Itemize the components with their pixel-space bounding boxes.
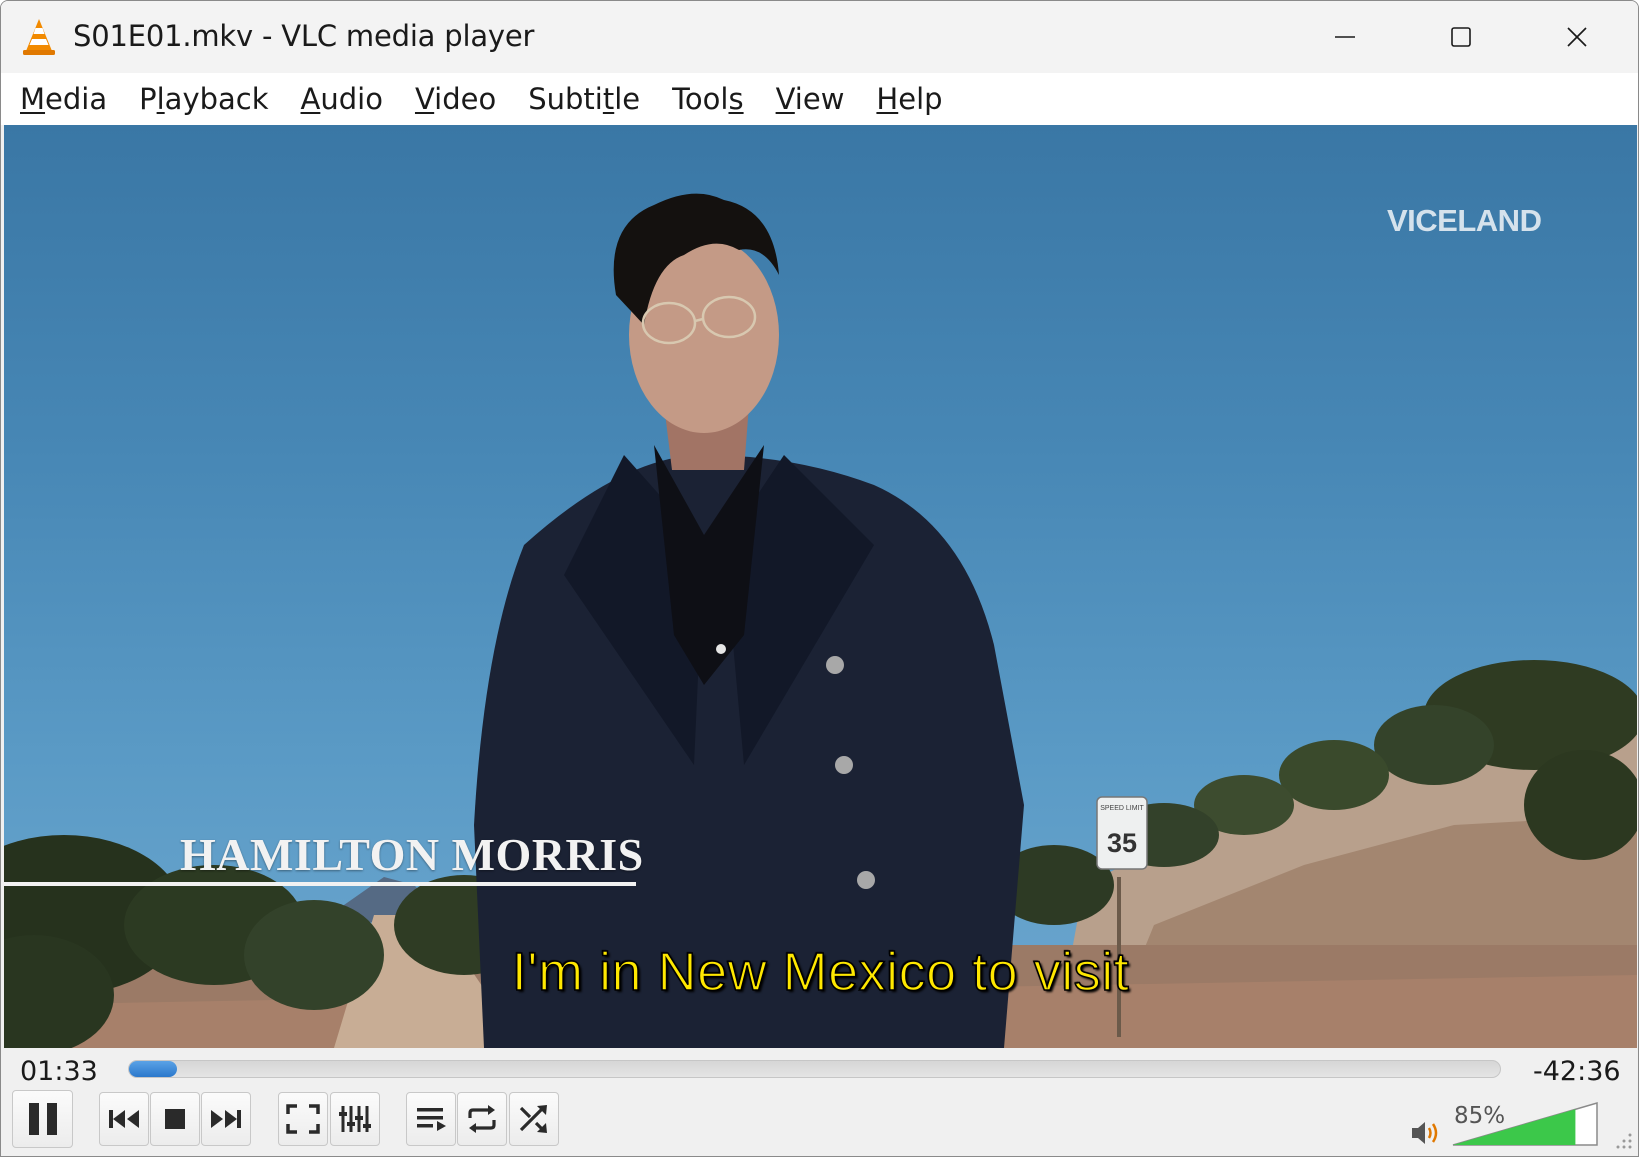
vlc-window: S01E01.mkv - VLC media player Media Play… bbox=[0, 0, 1639, 1157]
seek-bar-progress bbox=[129, 1061, 177, 1077]
menu-media[interactable]: Media bbox=[20, 82, 107, 116]
speaker-icon[interactable] bbox=[1410, 1118, 1442, 1148]
video-surface[interactable]: VICELAND HAMILTON MORRIS SPEED LIMIT 35 … bbox=[4, 125, 1637, 1048]
menu-view[interactable]: View bbox=[776, 82, 845, 116]
menu-help[interactable]: Help bbox=[876, 82, 942, 116]
video-frame-image bbox=[4, 193, 1637, 1048]
extended-settings-icon bbox=[339, 1106, 371, 1132]
channel-watermark: VICELAND bbox=[1387, 203, 1542, 238]
previous-button[interactable] bbox=[99, 1092, 149, 1146]
resize-grip-icon[interactable] bbox=[1615, 1132, 1633, 1150]
menu-bar: Media Playback Audio Video Subtitle Tool… bbox=[1, 73, 1638, 125]
window-title: S01E01.mkv - VLC media player bbox=[73, 19, 535, 53]
speed-sign-number: 35 bbox=[1106, 828, 1138, 858]
loop-icon bbox=[468, 1105, 496, 1133]
vlc-cone-icon bbox=[23, 19, 55, 55]
speed-sign-top: SPEED LIMIT bbox=[1100, 805, 1144, 812]
next-icon bbox=[211, 1110, 241, 1128]
pause-icon bbox=[28, 1103, 57, 1135]
close-icon bbox=[1567, 27, 1587, 47]
pause-button[interactable] bbox=[12, 1090, 73, 1148]
close-button[interactable] bbox=[1519, 1, 1635, 73]
seek-bar[interactable] bbox=[128, 1060, 1501, 1078]
extended-settings-button[interactable] bbox=[330, 1092, 380, 1146]
previous-icon bbox=[109, 1110, 139, 1128]
time-remaining[interactable]: -42:36 bbox=[1533, 1056, 1621, 1087]
controls-bar: 85% bbox=[1, 1088, 1638, 1156]
subtitle-text: I'm in New Mexico to visit bbox=[511, 941, 1130, 1003]
menu-tools[interactable]: Tools bbox=[672, 82, 743, 116]
shuffle-icon bbox=[519, 1105, 547, 1133]
loop-button[interactable] bbox=[457, 1092, 507, 1146]
maximize-icon bbox=[1451, 27, 1471, 47]
minimize-button[interactable] bbox=[1287, 1, 1403, 73]
playlist-icon bbox=[417, 1108, 446, 1131]
next-button[interactable] bbox=[201, 1092, 251, 1146]
volume-fill bbox=[1453, 1109, 1576, 1145]
menu-audio[interactable]: Audio bbox=[301, 82, 383, 116]
minimize-icon bbox=[1335, 36, 1355, 38]
menu-subtitle[interactable]: Subtitle bbox=[528, 82, 640, 116]
fullscreen-button[interactable] bbox=[278, 1092, 328, 1146]
title-bar: S01E01.mkv - VLC media player bbox=[1, 1, 1638, 73]
time-elapsed[interactable]: 01:33 bbox=[20, 1056, 98, 1087]
seek-row: 01:33 -42:36 bbox=[1, 1048, 1638, 1088]
menu-video[interactable]: Video bbox=[415, 82, 496, 116]
name-caption: HAMILTON MORRIS bbox=[180, 829, 644, 880]
playlist-button[interactable] bbox=[406, 1092, 456, 1146]
stop-icon bbox=[165, 1109, 185, 1129]
maximize-button[interactable] bbox=[1403, 1, 1519, 73]
fullscreen-icon bbox=[286, 1104, 320, 1134]
name-caption-underline bbox=[4, 882, 636, 886]
stop-button[interactable] bbox=[150, 1092, 200, 1146]
volume-slider[interactable] bbox=[1451, 1101, 1599, 1147]
shuffle-button[interactable] bbox=[509, 1092, 559, 1146]
menu-playback[interactable]: Playback bbox=[139, 82, 268, 116]
